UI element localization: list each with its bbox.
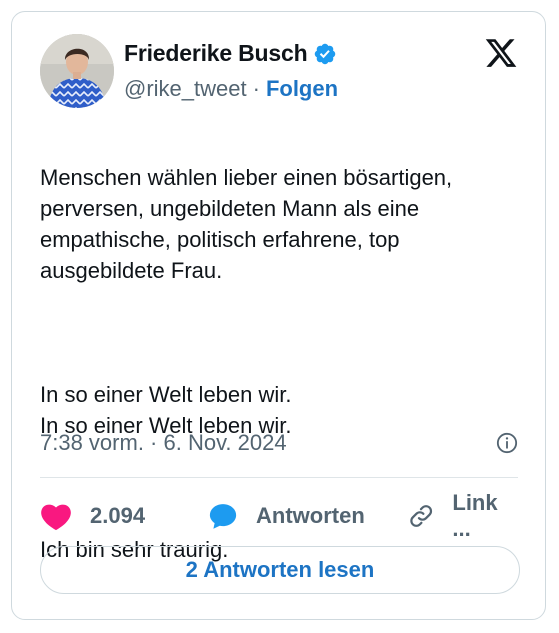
author-handle[interactable]: @rike_tweet — [124, 76, 247, 102]
x-logo-icon[interactable] — [483, 36, 519, 70]
follow-button[interactable]: Folgen — [266, 76, 338, 102]
handle-separator: · — [252, 76, 260, 101]
avatar[interactable] — [40, 34, 114, 108]
author-handle-row: @rike_tweet · Folgen — [124, 76, 338, 102]
info-icon[interactable] — [496, 432, 518, 454]
author-name-row: Friederike Busch — [124, 40, 337, 67]
copy-link-button[interactable]: Link ... — [408, 490, 518, 541]
heart-icon — [41, 504, 71, 531]
tweet-paragraph: Menschen wählen lieber einen bösartigen,… — [40, 165, 453, 283]
tweet-actions: 2.094 Antworten Link ... — [40, 490, 518, 541]
tweet-card: Friederike Busch @rike_tweet · Folgen Me… — [11, 11, 546, 620]
link-label: Link ... — [452, 490, 498, 541]
tweet-timestamp[interactable]: 7:38 vorm. · 6. Nov. 2024 — [40, 430, 287, 456]
link-icon — [410, 505, 433, 527]
reply-button[interactable]: Antworten — [208, 496, 365, 536]
verified-badge-icon — [315, 43, 336, 64]
divider — [40, 477, 518, 478]
reply-label: Antworten — [256, 503, 365, 528]
tweet-meta-row: 7:38 vorm. · 6. Nov. 2024 — [40, 430, 518, 456]
author-name[interactable]: Friederike Busch — [124, 40, 308, 67]
read-replies-button[interactable]: 2 Antworten lesen — [40, 546, 520, 594]
like-button[interactable]: 2.094 — [40, 496, 145, 536]
reply-bubble-icon — [209, 504, 237, 529]
like-count: 2.094 — [90, 503, 146, 528]
